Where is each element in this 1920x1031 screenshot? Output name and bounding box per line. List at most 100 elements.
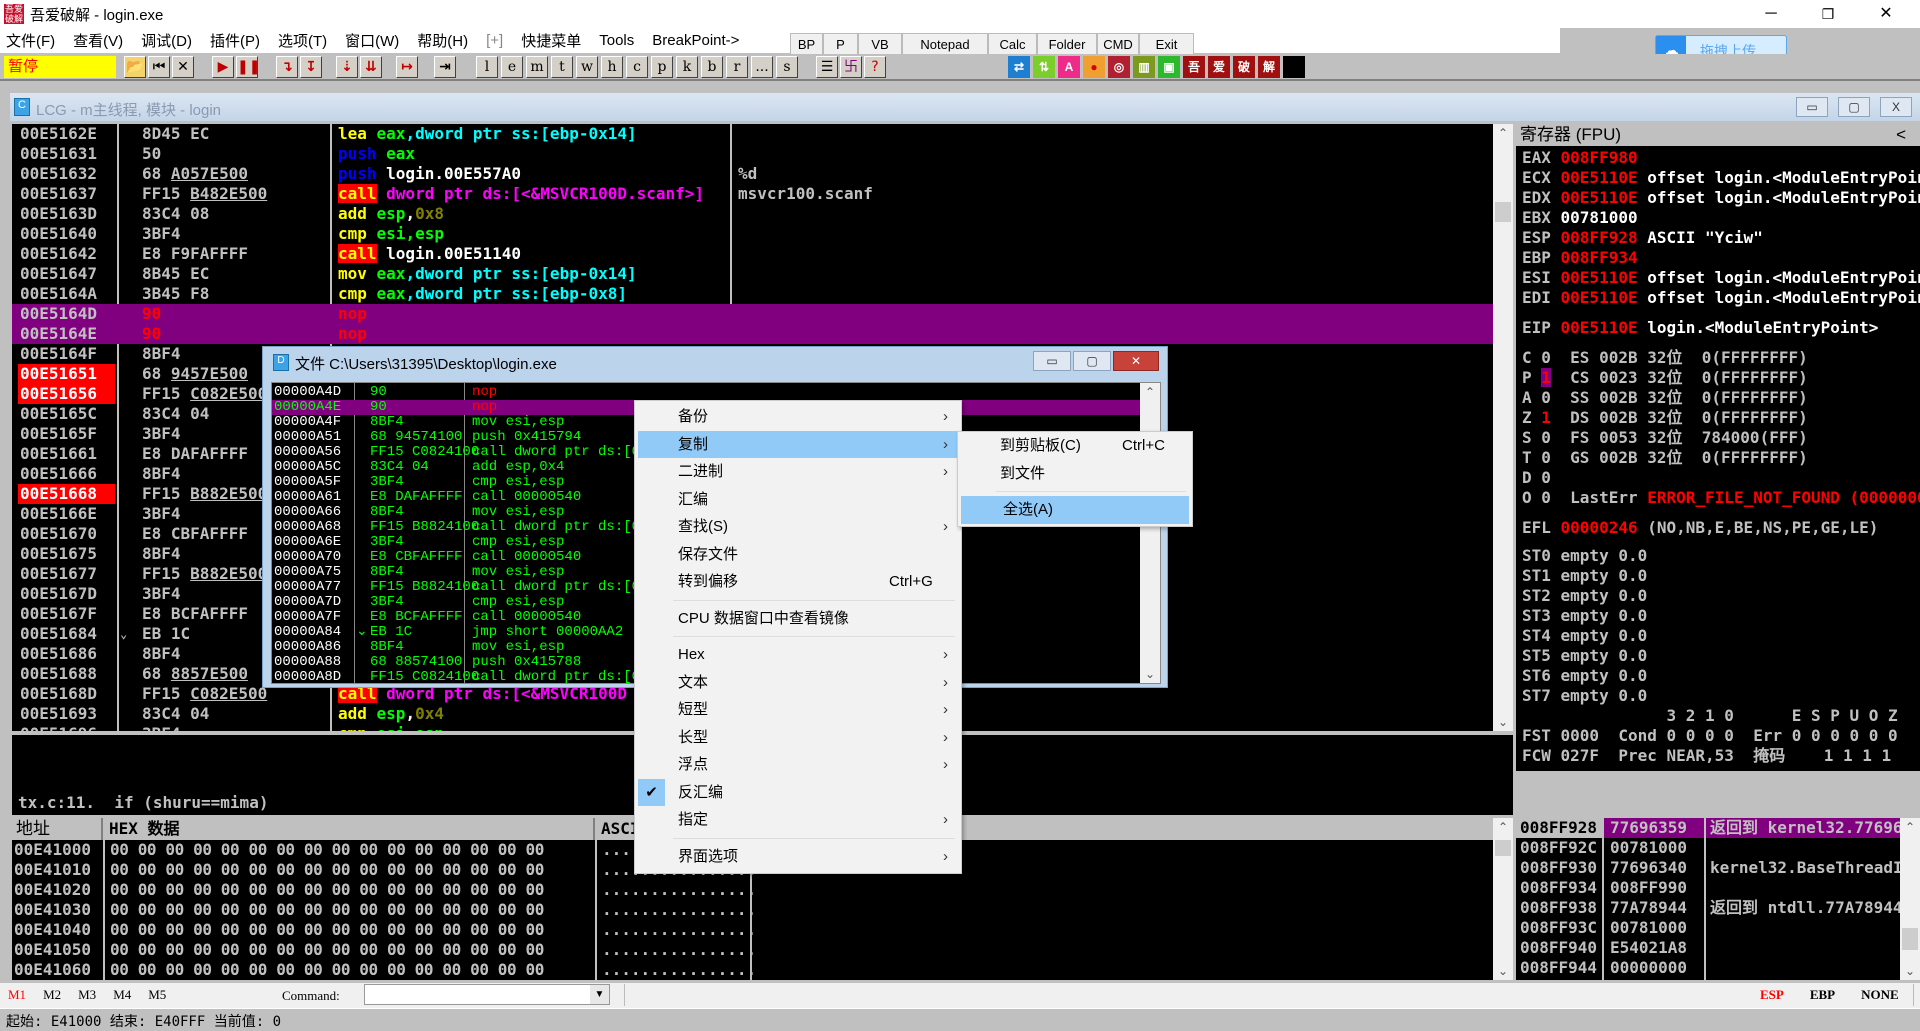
mark-m5[interactable]: M5	[148, 987, 166, 1003]
window-button-p[interactable]: p	[651, 56, 673, 78]
register-ecx[interactable]: ECX 00E5110E offset login.<ModuleEntryPo…	[1522, 168, 1920, 188]
stack-row[interactable]: 008FF944 00000000	[1516, 958, 1900, 978]
stack-row[interactable]: 008FF940 E54021A8	[1516, 938, 1900, 958]
menu-4[interactable]: 选项(T)	[278, 30, 327, 51]
context-menu-item[interactable]: 转到偏移 Ctrl+G	[635, 568, 961, 596]
register-esi[interactable]: ESI 00E5110E offset login.<ModuleEntryPo…	[1522, 268, 1920, 288]
stack-mode-esp[interactable]: ESP	[1760, 987, 1784, 1003]
window-button-e[interactable]: e	[501, 56, 523, 78]
stack-row[interactable]: 008FF92C 00781000	[1516, 838, 1900, 858]
dump-row[interactable]: 00E41040 00 00 00 00 00 00 00 00 00 00 00…	[12, 920, 1493, 940]
close-button[interactable]: ✕	[1858, 0, 1914, 28]
brand-button-2[interactable]: 破	[1233, 56, 1255, 78]
run-icon[interactable]: ▶	[212, 56, 234, 78]
register-esp[interactable]: ESP 008FF928 ASCII "Yciw"	[1522, 228, 1763, 248]
register-ebx[interactable]: EBX 00781000	[1522, 208, 1638, 228]
context-menu-item[interactable]: ✔ 反汇编	[635, 778, 961, 806]
dump-header-address[interactable]: 地址	[12, 818, 103, 840]
disassembly-scrollbar[interactable]: ⌃ ⌄	[1493, 124, 1513, 731]
pause-tool-icon[interactable]: ⇅	[1033, 56, 1055, 78]
flag-d[interactable]: D 0	[1522, 468, 1570, 488]
fpu-control-word[interactable]: FCW 027F Prec NEAR,53 掩码 1 1 1 1	[1522, 746, 1891, 766]
registers-pane[interactable]: EAX 008FF980 ECX 00E5110E offset login.<M…	[1516, 146, 1920, 771]
window-button-t[interactable]: t	[551, 56, 573, 78]
flag-a[interactable]: A 0 SS 002B 32位 0(FFFFFFFF)	[1522, 388, 1808, 408]
window-button-m[interactable]: m	[526, 56, 548, 78]
dump-row[interactable]: 00E41060 00 00 00 00 00 00 00 00 00 00 00…	[12, 960, 1493, 980]
dialog-close-button[interactable]: ✕	[1113, 351, 1159, 371]
menu-7[interactable]: [+]	[486, 32, 503, 49]
quick-button-p[interactable]: P	[823, 33, 858, 56]
context-menu-item[interactable]: 二进制 ›	[635, 458, 961, 486]
stack-mode-ebp[interactable]: EBP	[1810, 987, 1835, 1003]
dump-row[interactable]: 00E41020 00 00 00 00 00 00 00 00 00 00 00…	[12, 880, 1493, 900]
flag-p[interactable]: P 1 CS 0023 32位 0(FFFFFFFF)	[1522, 368, 1808, 388]
stack-row[interactable]: 008FF930 77696340 kernel32.BaseThreadInitT…	[1516, 858, 1900, 878]
context-menu-item[interactable]: 复制 ›	[638, 430, 958, 458]
command-input[interactable]	[364, 984, 610, 1005]
stack-mode-none[interactable]: NONE	[1861, 987, 1899, 1003]
quick-button-folder[interactable]: Folder	[1037, 33, 1097, 56]
stack-row[interactable]: 008FF92877696359返回到 kernel32.77696359	[1516, 818, 1900, 838]
stack-row[interactable]: 008FF93C 00781000	[1516, 918, 1900, 938]
pause-icon[interactable]: ❚❚	[236, 56, 260, 78]
menu-9[interactable]: Tools	[599, 32, 634, 49]
disasm-row[interactable]: 00E51647 8B45 EC mov eax,dword ptr ss:[ebp…	[12, 264, 1493, 284]
copy-submenu-item[interactable]: 到剪贴板(C) Ctrl+C	[958, 432, 1192, 460]
dump-scrollbar[interactable]: ⌃ ⌄	[1493, 818, 1513, 980]
flag-s[interactable]: S 0 FS 0053 32位 784000(FFF)	[1522, 428, 1808, 448]
scroll-down-icon[interactable]: ⌄	[1493, 715, 1513, 729]
list-icon[interactable]: ☰	[816, 56, 838, 78]
dump-row[interactable]: 00E41030 00 00 00 00 00 00 00 00 00 00 00…	[12, 900, 1493, 920]
mdi-close-button[interactable]: X	[1880, 97, 1912, 117]
dialog-maximize-button[interactable]: ▢	[1073, 351, 1111, 371]
trace-over-icon[interactable]: ⇊	[360, 56, 382, 78]
fpu-bit-header[interactable]: 3 2 1 0 E S P U O Z	[1522, 706, 1897, 726]
quick-button-exit[interactable]: Exit	[1139, 33, 1194, 56]
brand-button-0[interactable]: 吾	[1183, 56, 1205, 78]
window-button-b[interactable]: b	[701, 56, 723, 78]
disasm-row[interactable]: 00E5164A 3B45 F8 cmp eax,dword ptr ss:[ebp…	[12, 284, 1493, 304]
menu-5[interactable]: 窗口(W)	[345, 30, 399, 51]
stack-row[interactable]: 008FF938 77A78944 返回到 ntdll.77A78944	[1516, 898, 1900, 918]
window-button-w[interactable]: w	[576, 56, 598, 78]
collapse-icon[interactable]: <	[1896, 124, 1906, 146]
menu-10[interactable]: BreakPoint->	[652, 32, 739, 49]
open-file-icon[interactable]: 📂	[124, 56, 146, 78]
disasm-row[interactable]: 00E51640 3BF4 cmp esi,esp	[12, 224, 1493, 244]
flag-o[interactable]: O 0 LastErr ERROR_FILE_NOT_FOUND (000000…	[1522, 488, 1920, 508]
disasm-row[interactable]: 00E5164E 90 nop	[12, 324, 1493, 344]
help-icon[interactable]: ?	[864, 56, 886, 78]
context-menu-item[interactable]: 短型 ›	[635, 696, 961, 724]
context-menu-item[interactable]: 文本 ›	[635, 669, 961, 697]
dialog-row[interactable]: 00000A4D 90 nop	[272, 385, 1140, 400]
filter-icon[interactable]: ▥	[1133, 56, 1155, 78]
flag-t[interactable]: T 0 GS 002B 32位 0(FFFFFFFF)	[1522, 448, 1808, 468]
window-button-k[interactable]: k	[676, 56, 698, 78]
stack-row[interactable]: 008FF934 008FF990	[1516, 878, 1900, 898]
context-menu-item[interactable]: 备份 ›	[635, 403, 961, 431]
register-edx[interactable]: EDX 00E5110E offset login.<ModuleEntryPo…	[1522, 188, 1920, 208]
dump-row[interactable]: 00E41050 00 00 00 00 00 00 00 00 00 00 00…	[12, 940, 1493, 960]
quick-button-calc[interactable]: Calc	[988, 33, 1037, 56]
menu-1[interactable]: 查看(V)	[73, 30, 123, 51]
dialog-scrollbar[interactable]: ⌃ ⌄	[1140, 383, 1160, 683]
menu-3[interactable]: 插件(P)	[210, 30, 260, 51]
fpu-st0[interactable]: ST0 empty 0.0	[1522, 546, 1647, 566]
restore-button[interactable]: ❐	[1800, 0, 1856, 28]
quick-button-bp[interactable]: BP	[790, 33, 823, 56]
dialog-minimize-button[interactable]: ▭	[1033, 351, 1071, 371]
context-menu-item[interactable]: 界面选项 ›	[635, 843, 961, 871]
fpu-st4[interactable]: ST4 empty 0.0	[1522, 626, 1647, 646]
context-menu-item[interactable]: 长型 ›	[635, 724, 961, 752]
mark-m2[interactable]: M2	[43, 987, 61, 1003]
register-eax[interactable]: EAX 008FF980	[1522, 148, 1638, 168]
quick-button-vb[interactable]: VB	[858, 33, 902, 56]
stack-pane[interactable]: 008FF92877696359返回到 kernel32.77696359008…	[1516, 818, 1900, 980]
disasm-row[interactable]: 00E51631 50 push eax	[12, 144, 1493, 164]
brand-button-3[interactable]: 解	[1258, 56, 1280, 78]
record-icon[interactable]: ●	[1083, 56, 1105, 78]
register-efl[interactable]: EFL 00000246 (NO,NB,E,BE,NS,PE,GE,LE)	[1522, 518, 1878, 538]
register-ebp[interactable]: EBP 008FF934	[1522, 248, 1638, 268]
copy-submenu-item[interactable]: 全选(A)	[961, 496, 1189, 524]
